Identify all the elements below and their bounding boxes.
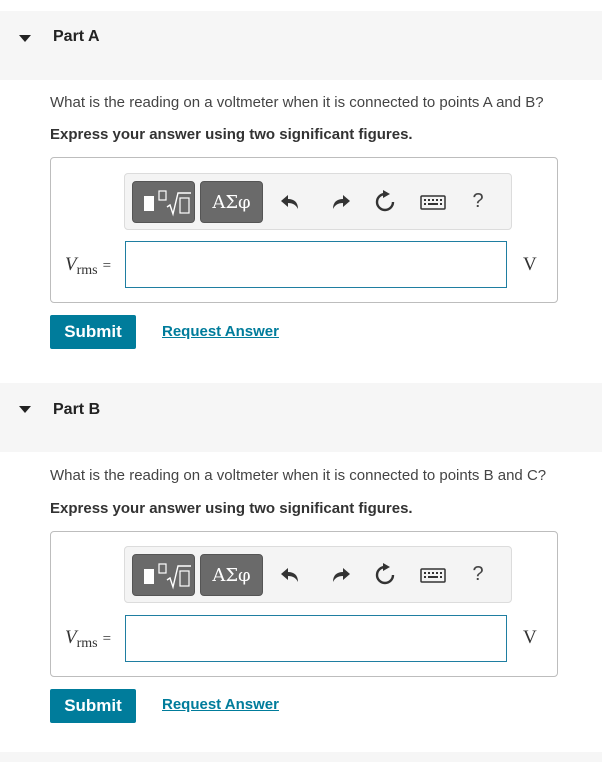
templates-button[interactable] (132, 554, 195, 596)
reset-icon[interactable] (372, 562, 398, 588)
redo-icon[interactable] (327, 189, 353, 215)
collapse-caret-icon[interactable] (19, 35, 31, 42)
math-toolbar: ΑΣφ ? (124, 546, 512, 603)
variable-subscript: rms (76, 636, 98, 651)
part-title: Part B (53, 401, 101, 418)
templates-button[interactable] (132, 181, 195, 223)
equals-sign: = (102, 258, 112, 274)
help-icon[interactable]: ? (470, 190, 486, 213)
collapse-caret-icon[interactable] (19, 406, 31, 413)
reset-icon[interactable] (372, 189, 398, 215)
question-text: What is the reading on a voltmeter when … (50, 467, 547, 484)
question-text: What is the reading on a voltmeter when … (50, 94, 544, 111)
submit-button[interactable]: Submit (50, 689, 136, 723)
greek-letters-button[interactable]: ΑΣφ (200, 181, 263, 223)
unit-label: V (523, 627, 537, 648)
answer-box: ΑΣφ ? Vrms = V (50, 531, 558, 677)
keyboard-icon[interactable] (420, 562, 446, 588)
help-icon[interactable]: ? (470, 563, 486, 586)
redo-icon[interactable] (327, 562, 353, 588)
instruction-text: Express your answer using two significan… (50, 500, 413, 517)
undo-icon[interactable] (278, 189, 304, 215)
equals-sign: = (102, 631, 112, 647)
unit-label: V (523, 254, 537, 275)
answer-box: ΑΣφ ? Vrms = V (50, 157, 558, 303)
variable-label: Vrms = (65, 627, 112, 651)
variable-symbol: V (65, 254, 77, 275)
request-answer-link[interactable]: Request Answer (162, 696, 279, 713)
math-toolbar: ΑΣφ ? (124, 173, 512, 230)
variable-symbol: V (65, 627, 77, 648)
request-answer-link[interactable]: Request Answer (162, 323, 279, 340)
variable-label: Vrms = (65, 254, 112, 278)
variable-subscript: rms (76, 263, 98, 278)
part-title: Part A (53, 28, 100, 45)
next-section-strip (0, 752, 602, 762)
part-a-header[interactable]: Part A (0, 11, 602, 80)
instruction-text: Express your answer using two significan… (50, 126, 413, 143)
answer-input[interactable] (125, 241, 507, 288)
greek-letters-icon: ΑΣφ (212, 191, 251, 213)
answer-input[interactable] (125, 615, 507, 662)
part-b-header[interactable]: Part B (0, 383, 602, 452)
undo-icon[interactable] (278, 562, 304, 588)
keyboard-icon[interactable] (420, 189, 446, 215)
greek-letters-button[interactable]: ΑΣφ (200, 554, 263, 596)
greek-letters-icon: ΑΣφ (212, 564, 251, 586)
submit-button[interactable]: Submit (50, 315, 136, 349)
